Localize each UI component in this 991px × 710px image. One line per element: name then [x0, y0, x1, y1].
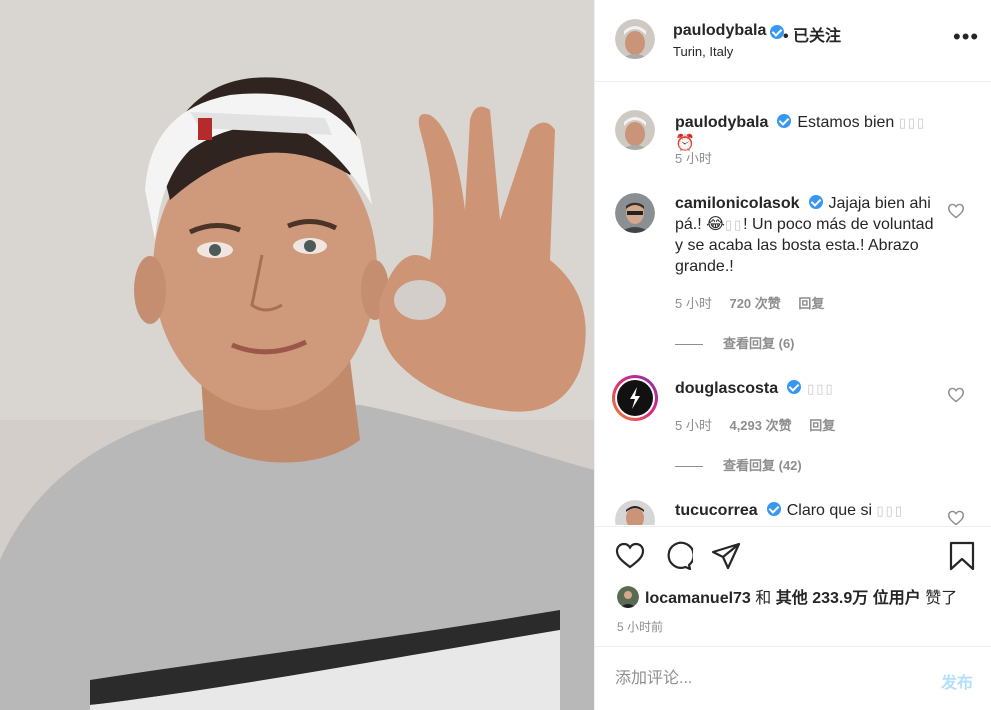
likes-summary: locamanuel73 和 其他 233.9万 位用户 赞了	[617, 584, 957, 608]
view-replies-button[interactable]: 查看回复 (42)	[675, 455, 802, 474]
post-location[interactable]: Turin, Italy	[673, 44, 733, 59]
comment-username[interactable]: camilonicolasok	[675, 195, 800, 212]
emoji-placeholder: ▯▯▯	[876, 503, 904, 518]
comment-time[interactable]: 5 小时	[675, 296, 712, 311]
commenter-avatar[interactable]	[615, 500, 655, 525]
post-photo[interactable]	[0, 0, 594, 710]
comment-heart-icon[interactable]	[947, 203, 965, 219]
caption-time[interactable]: 5 小时	[675, 151, 712, 166]
emoji-placeholder: ▯▯	[724, 217, 744, 232]
caption-text: Estamos bien	[797, 114, 895, 131]
likes-and: 和	[755, 590, 772, 607]
likes-unit[interactable]: 位用户	[873, 590, 921, 607]
post-details-panel: paulodybala • 已关注 Turin, Italy ••• paulo…	[594, 0, 991, 710]
post-comment-button[interactable]: 发布	[941, 669, 973, 693]
likes-count[interactable]: 233.9万	[812, 590, 868, 607]
caption-username[interactable]: paulodybala	[675, 114, 768, 131]
comment-likes[interactable]: 720 次赞	[729, 296, 780, 311]
more-horizontal-icon[interactable]: •••	[953, 26, 979, 48]
comment-heart-icon[interactable]	[947, 510, 965, 525]
view-replies-label[interactable]: 查看回复 (6)	[723, 336, 795, 351]
comment-icon[interactable]	[663, 541, 693, 571]
comment-meta: 5 小时 4,293 次赞 回复	[675, 415, 849, 434]
verified-badge-icon	[787, 380, 802, 394]
likes-others[interactable]: 其他	[776, 590, 808, 607]
author-username[interactable]: paulodybala	[673, 22, 766, 40]
caption-meta: 5 小时	[675, 148, 726, 167]
comment-body: camilonicolasok Jajaja bien ahi pá.! 😂▯▯!…	[675, 193, 937, 277]
view-replies-button[interactable]: 查看回复 (6)	[675, 333, 795, 352]
commenter-avatar-story-ring[interactable]	[612, 375, 658, 421]
comment-input[interactable]	[615, 667, 915, 691]
reply-button[interactable]: 回复	[809, 418, 835, 433]
author-avatar[interactable]	[615, 19, 655, 59]
likes-suffix: 赞了	[925, 590, 958, 607]
post-timestamp[interactable]: 5 小时前	[617, 618, 663, 635]
reply-button[interactable]: 回复	[798, 296, 824, 311]
bookmark-icon[interactable]	[947, 541, 977, 571]
comment-heart-icon[interactable]	[947, 387, 965, 403]
emoji-placeholder: ▯▯▯	[807, 381, 835, 396]
emoji-placeholder: ▯▯▯	[898, 115, 927, 130]
add-comment-bar: 发布	[595, 646, 991, 710]
follow-status[interactable]: • 已关注	[783, 22, 841, 46]
verified-badge-icon	[777, 114, 792, 128]
comment-body: douglascosta ▯▯▯	[675, 378, 937, 399]
verified-badge-icon	[770, 25, 784, 39]
verified-badge-icon	[808, 195, 823, 209]
post-header: paulodybala • 已关注 Turin, Italy •••	[595, 0, 991, 82]
liker-avatar[interactable]	[617, 586, 639, 608]
share-icon[interactable]	[711, 541, 741, 571]
comment-meta: 5 小时 720 次赞 回复	[675, 293, 838, 312]
post-actions: locamanuel73 和 其他 233.9万 位用户 赞了 5 小时前	[595, 526, 991, 646]
divider-line	[675, 344, 703, 346]
comment-body: tucucorrea Claro que si ▯▯▯	[675, 500, 937, 521]
comment-username[interactable]: tucucorrea	[675, 502, 758, 519]
comment-username[interactable]: douglascosta	[675, 380, 778, 397]
view-replies-label[interactable]: 查看回复 (42)	[723, 458, 802, 473]
commenter-avatar[interactable]	[615, 193, 655, 233]
comment-time[interactable]: 5 小时	[675, 418, 712, 433]
comments-list[interactable]: paulodybala Estamos bien ▯▯▯⏰ 5 小时 camilo…	[595, 83, 991, 525]
divider-line	[675, 466, 703, 468]
post-image	[0, 0, 594, 710]
comment-text: Claro que si	[786, 502, 873, 519]
liker-username[interactable]: locamanuel73	[645, 590, 751, 607]
comment-likes[interactable]: 4,293 次赞	[729, 418, 791, 433]
verified-badge-icon	[766, 502, 781, 516]
caption-avatar[interactable]	[615, 110, 655, 150]
heart-icon[interactable]	[615, 541, 645, 571]
